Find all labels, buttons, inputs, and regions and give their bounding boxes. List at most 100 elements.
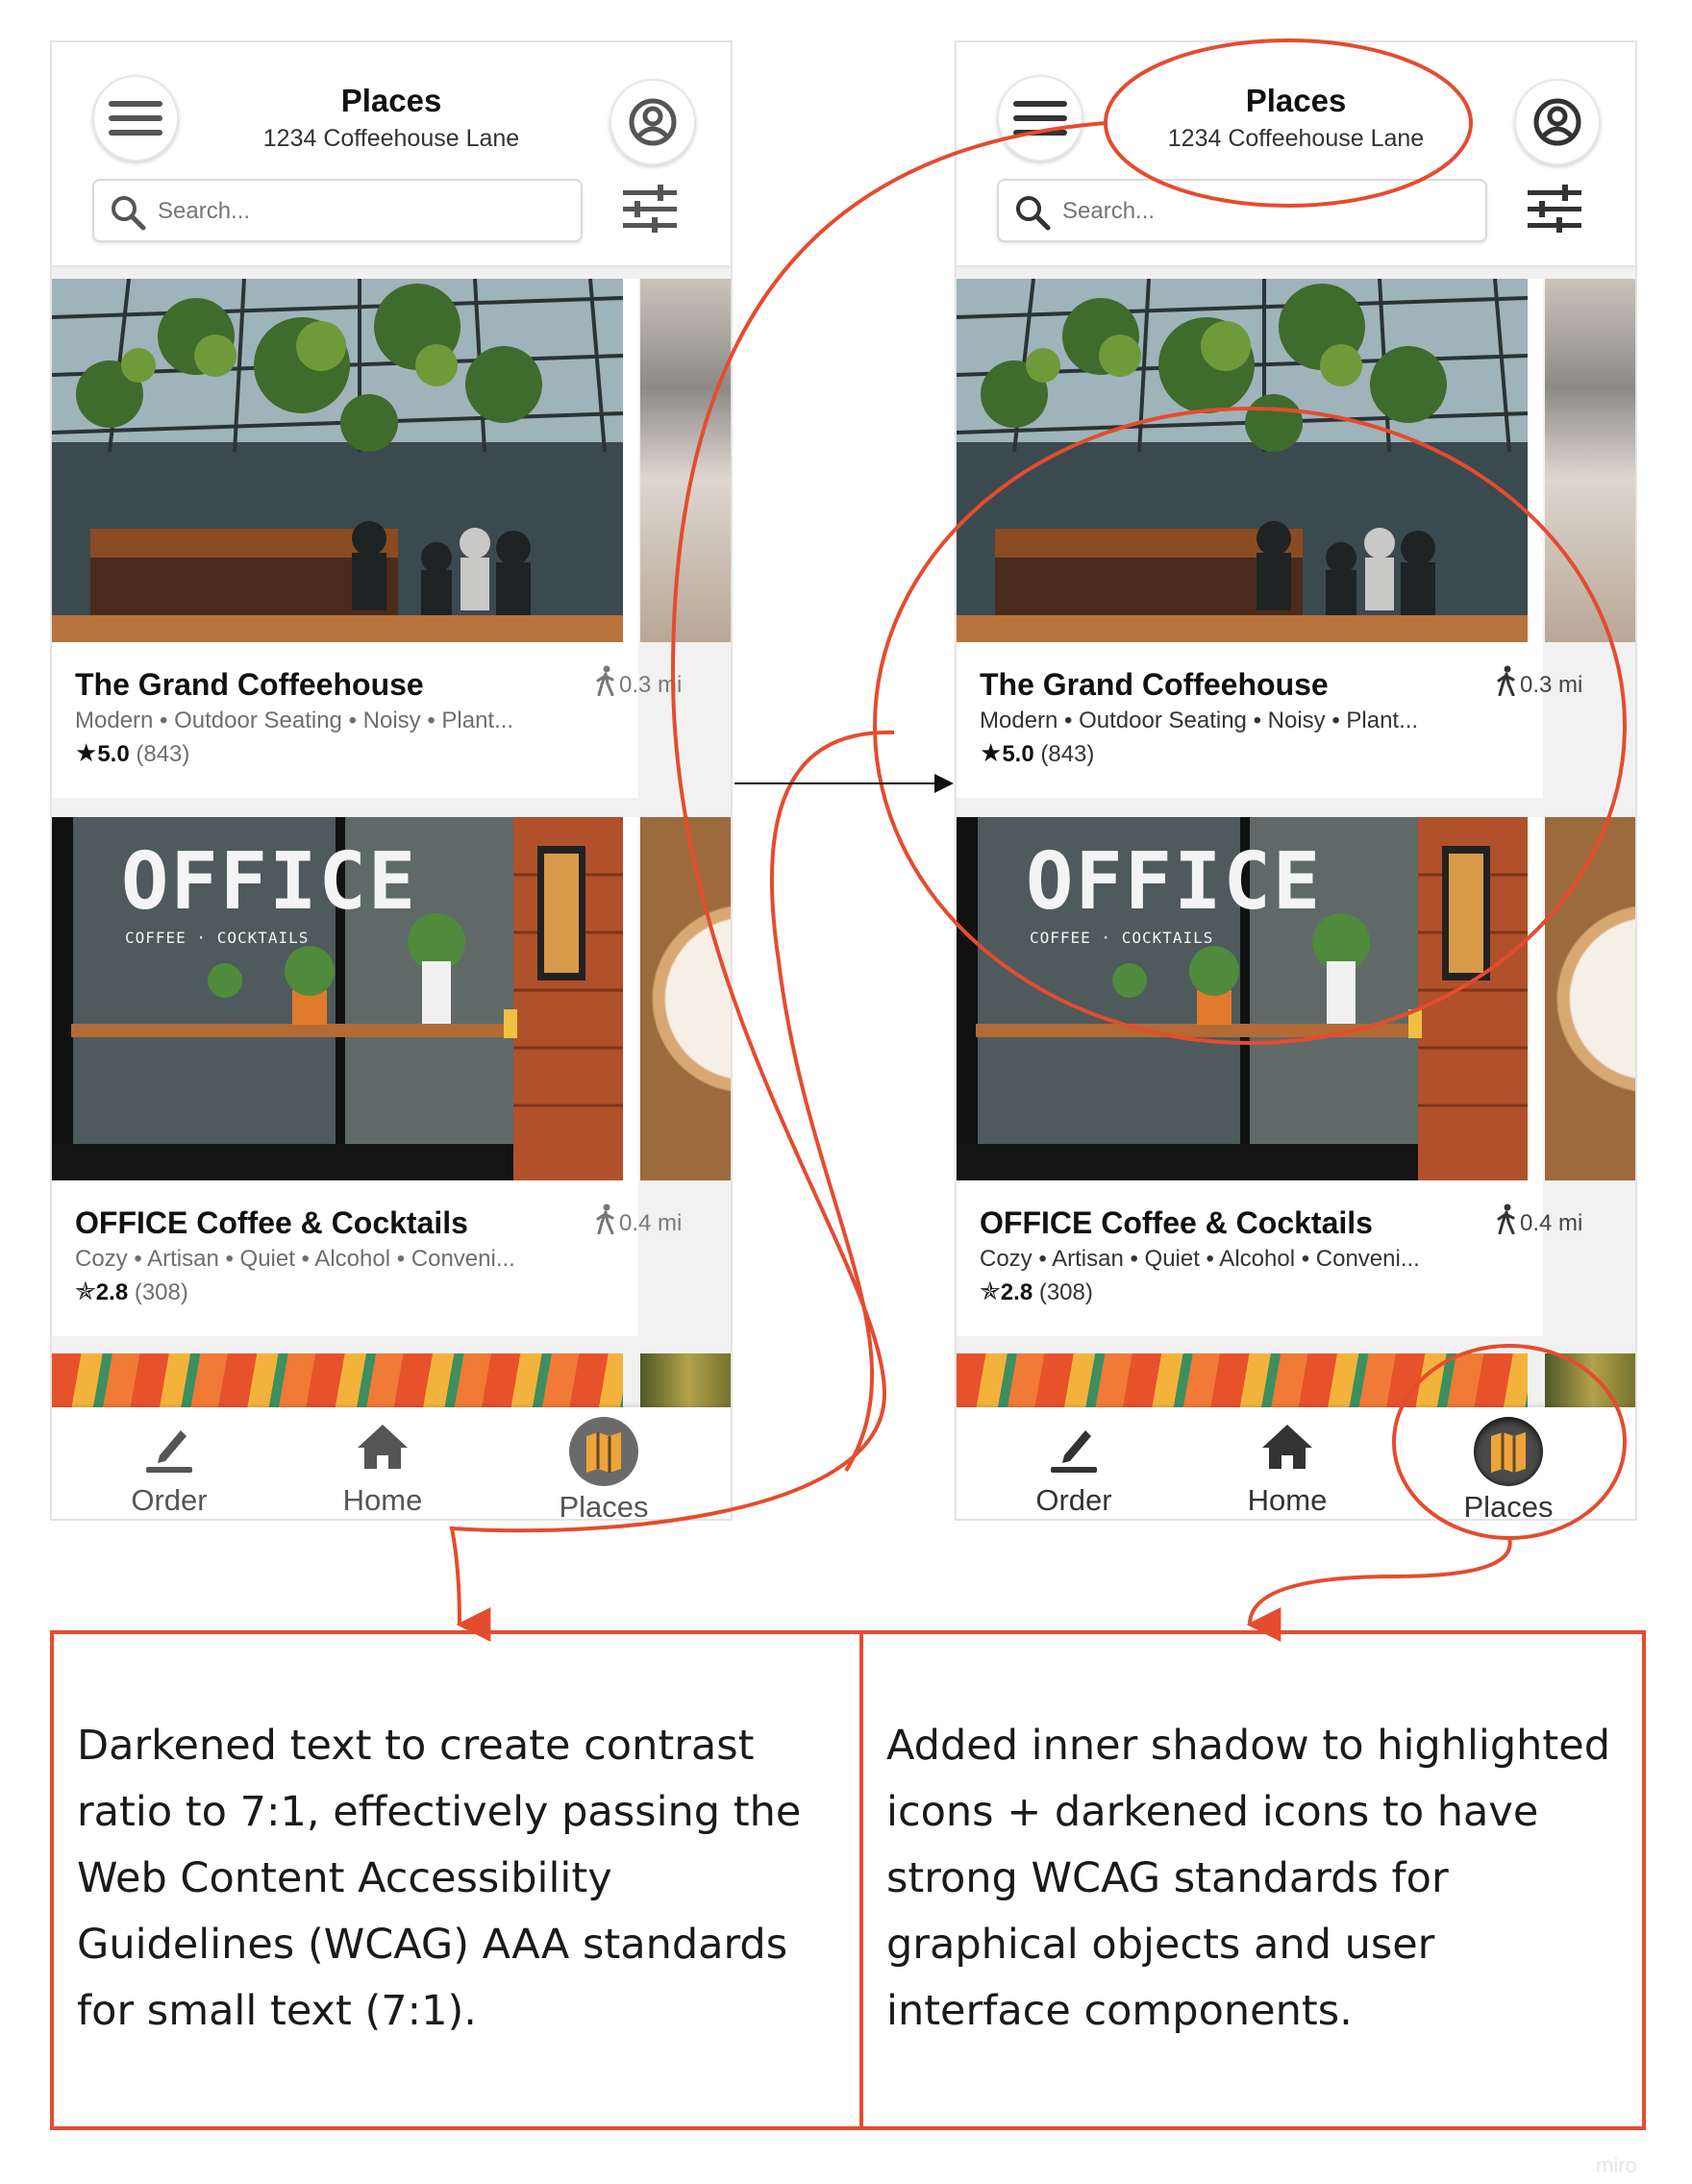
place-name[interactable]: OFFICE Coffee & Cocktails: [980, 1205, 1373, 1241]
nav-home[interactable]: Home: [306, 1417, 460, 1518]
places-feed[interactable]: The Grand Coffeehouse 0.3 mi Modern • Ou…: [957, 265, 1635, 1411]
distance-value: 0.3 mi: [619, 672, 683, 698]
bottom-nav: Order Home Places: [52, 1407, 731, 1521]
places-icon-badge: [569, 1417, 638, 1486]
search-icon: [1016, 196, 1051, 231]
place-tags: Cozy • Artisan • Quiet • Alcohol • Conve…: [980, 1246, 1420, 1272]
bottom-nav: Order Home Places: [957, 1407, 1635, 1521]
cafe-photo: OFFICE COFFEE · COCKTAILS: [957, 817, 1528, 1180]
next-card-peek[interactable]: [640, 279, 731, 642]
place-card[interactable]: The Grand Coffeehouse 0.3 mi Modern • Ou…: [52, 279, 682, 798]
nav-order[interactable]: Order: [92, 1417, 246, 1518]
search-icon: [112, 196, 146, 231]
profile-button[interactable]: [610, 79, 696, 165]
half-star-icon: ✯: [980, 1277, 1001, 1305]
pencil-icon: [146, 1430, 192, 1473]
annotation-icon-shadow: Added inner shadow to highlighted icons …: [859, 1630, 1646, 2130]
distance-label: 0.3 mi: [596, 665, 682, 699]
rating-count: (843): [136, 741, 190, 767]
profile-button[interactable]: [1514, 79, 1601, 165]
cafe-photo: [52, 279, 623, 642]
nav-places-label: Places: [1463, 1490, 1554, 1521]
nav-order-label: Order: [1035, 1483, 1112, 1517]
rating-value: 2.8: [95, 1279, 129, 1305]
search-field[interactable]: [997, 179, 1487, 242]
rating-value: 5.0: [97, 741, 130, 767]
annotation-text-contrast: Darkened text to create contrast ratio t…: [50, 1630, 863, 2130]
rating-count: (308): [1038, 1279, 1093, 1305]
place-card[interactable]: OFFICE COFFEE · COCKTAILS OFFICE Coffee …: [957, 817, 1582, 1336]
places-feed[interactable]: The Grand Coffeehouse 0.3 mi Modern • Ou…: [52, 265, 731, 1411]
nav-places[interactable]: Places: [1431, 1417, 1585, 1521]
rating-count: (308): [134, 1279, 188, 1305]
distance-label: 0.4 mi: [1497, 1204, 1582, 1237]
app-header: Places 1234 Coffeehouse Lane: [52, 42, 731, 265]
rating: ✯2.8 (308): [75, 1277, 188, 1306]
walking-person-icon: [596, 665, 614, 697]
next-card-peek[interactable]: [1545, 817, 1635, 1180]
rating-count: (843): [1040, 741, 1095, 767]
walking-person-icon: [596, 1204, 614, 1235]
filter-button[interactable]: [623, 185, 677, 237]
next-card-photo[interactable]: [52, 1353, 623, 1411]
rating-value: 2.8: [1000, 1279, 1033, 1305]
rating: ★5.0 (843): [980, 738, 1094, 768]
half-star-icon: ✯: [75, 1277, 96, 1305]
place-tags: Modern • Outdoor Seating • Noisy • Plant…: [980, 707, 1419, 733]
next-card-photo[interactable]: [957, 1353, 1528, 1411]
nav-home-label: Home: [342, 1483, 423, 1517]
nav-home-label: Home: [1247, 1483, 1328, 1517]
cafe-photo: OFFICE COFFEE · COCKTAILS: [52, 817, 623, 1180]
home-icon: [358, 1425, 408, 1469]
search-input[interactable]: [156, 190, 563, 233]
map-icon: [586, 1432, 621, 1473]
star-icon: ★: [75, 738, 98, 767]
photo-sign: OFFICE: [1026, 836, 1323, 928]
places-icon-badge: [1474, 1417, 1543, 1486]
next-card-peek[interactable]: [640, 817, 731, 1180]
phone-screen-before: Places 1234 Coffeehouse Lane Search... T…: [50, 40, 733, 1521]
watermark: miro: [1596, 2153, 1637, 2177]
phone-screen-after: Places 1234 Coffeehouse Lane Search... T…: [955, 40, 1637, 1521]
place-name[interactable]: The Grand Coffeehouse: [980, 667, 1329, 703]
place-card[interactable]: The Grand Coffeehouse 0.3 mi Modern • Ou…: [957, 279, 1582, 798]
map-icon: [1491, 1432, 1526, 1473]
nav-home[interactable]: Home: [1210, 1417, 1364, 1518]
distance-label: 0.3 mi: [1497, 665, 1582, 699]
distance-value: 0.3 mi: [1520, 672, 1583, 698]
place-name[interactable]: OFFICE Coffee & Cocktails: [75, 1205, 468, 1241]
photo-sign: OFFICE: [121, 836, 418, 928]
filter-button[interactable]: [1528, 185, 1581, 237]
walking-person-icon: [1497, 1204, 1515, 1235]
next-card-peek[interactable]: [640, 1353, 731, 1411]
sliders-icon: [1528, 185, 1581, 233]
pencil-icon: [1051, 1430, 1097, 1473]
distance-value: 0.4 mi: [619, 1210, 683, 1236]
rating-value: 5.0: [1002, 741, 1034, 767]
next-card-peek[interactable]: [1545, 279, 1635, 642]
distance-value: 0.4 mi: [1520, 1210, 1583, 1236]
rating: ✯2.8 (308): [980, 1277, 1093, 1306]
photo-sign-sub: COFFEE · COCKTAILS: [1030, 929, 1214, 947]
app-header: Places 1234 Coffeehouse Lane: [957, 42, 1635, 265]
place-tags: Modern • Outdoor Seating • Noisy • Plant…: [75, 707, 514, 733]
nav-places[interactable]: Places: [527, 1417, 681, 1521]
cafe-photo: [957, 279, 1528, 642]
account-circle-icon: [1533, 98, 1581, 146]
distance-label: 0.4 mi: [596, 1204, 682, 1237]
search-field[interactable]: [92, 179, 583, 242]
next-card-peek[interactable]: [1545, 1353, 1635, 1411]
place-tags: Cozy • Artisan • Quiet • Alcohol • Conve…: [75, 1246, 515, 1272]
sliders-icon: [623, 185, 677, 233]
nav-order[interactable]: Order: [997, 1417, 1151, 1518]
nav-places-label: Places: [559, 1490, 649, 1521]
account-circle-icon: [629, 98, 677, 146]
connector-places-right: [1246, 1537, 1512, 1643]
search-input[interactable]: [1060, 190, 1468, 233]
home-icon: [1262, 1425, 1312, 1469]
place-name[interactable]: The Grand Coffeehouse: [75, 667, 424, 703]
star-icon: ★: [980, 738, 1003, 767]
walking-person-icon: [1497, 665, 1515, 697]
place-card[interactable]: OFFICE COFFEE · COCKTAILS OFFICE Coffee …: [52, 817, 682, 1336]
nav-order-label: Order: [131, 1483, 208, 1517]
